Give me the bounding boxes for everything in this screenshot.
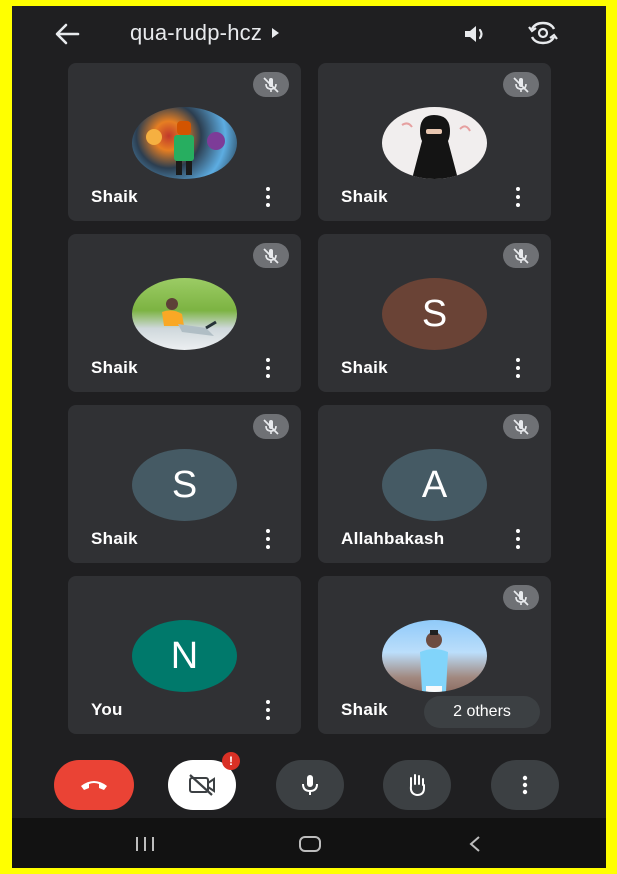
mic-off-icon xyxy=(513,76,529,93)
camera-toggle-button[interactable]: ! xyxy=(168,752,240,810)
mic-off-icon xyxy=(263,418,279,435)
home-icon xyxy=(299,836,321,852)
microphone-button[interactable] xyxy=(276,760,344,810)
recent-apps-button[interactable] xyxy=(130,832,160,856)
end-call-button[interactable] xyxy=(54,760,134,810)
others-chip[interactable]: 2 others xyxy=(424,696,540,728)
muted-indicator xyxy=(503,585,539,610)
avatar-photo xyxy=(382,107,487,179)
participant-tile[interactable]: S Shaik xyxy=(318,234,551,392)
more-options-button[interactable] xyxy=(491,760,559,810)
phone-hangup-icon xyxy=(81,781,107,790)
caret-right-icon xyxy=(272,28,280,38)
self-tile[interactable]: N You xyxy=(68,576,301,734)
muted-indicator xyxy=(503,414,539,439)
avatar-initial-letter: N xyxy=(170,634,199,677)
raise-hand-button[interactable] xyxy=(383,760,451,810)
participant-name: Shaik xyxy=(341,700,388,719)
hand-icon xyxy=(409,774,425,797)
more-vert-icon[interactable] xyxy=(513,358,523,378)
system-nav-bar xyxy=(12,818,606,868)
participant-name: Shaik xyxy=(91,187,138,206)
avatar-photo xyxy=(132,278,237,350)
more-vert-icon[interactable] xyxy=(263,700,273,720)
avatar-initial-letter: S xyxy=(171,463,198,506)
avatar-initial: S xyxy=(382,278,487,350)
mic-icon xyxy=(302,775,318,795)
muted-indicator xyxy=(503,243,539,268)
avatar-initial-letter: S xyxy=(421,292,448,335)
participant-tile[interactable]: A Allahbakash xyxy=(318,405,551,563)
home-button[interactable] xyxy=(295,832,325,856)
camera-off-icon xyxy=(189,774,215,796)
participant-name: Shaik xyxy=(91,358,138,377)
switch-camera-button[interactable] xyxy=(526,18,560,48)
participant-tile[interactable]: Shaik xyxy=(68,234,301,392)
meeting-title[interactable]: qua-rudp-hcz xyxy=(130,18,280,48)
call-controls: ! xyxy=(12,746,606,816)
avatar-initial: S xyxy=(132,449,237,521)
participant-name: Shaik xyxy=(91,529,138,548)
participant-tile[interactable]: Shaik xyxy=(68,63,301,221)
muted-indicator xyxy=(503,72,539,97)
more-vert-icon xyxy=(522,775,528,795)
mic-off-icon xyxy=(513,247,529,264)
recent-apps-icon xyxy=(136,837,154,851)
more-vert-icon[interactable] xyxy=(263,358,273,378)
muted-indicator xyxy=(253,243,289,268)
mic-off-icon xyxy=(263,76,279,93)
participant-tile[interactable]: Shaik xyxy=(318,63,551,221)
chevron-left-icon xyxy=(469,836,480,852)
top-bar: qua-rudp-hcz xyxy=(12,6,606,62)
system-back-button[interactable] xyxy=(460,832,490,856)
audio-output-button[interactable] xyxy=(460,20,492,48)
meet-call-screen: qua-rudp-hcz Shaik Shaik Shaik S Shaik S… xyxy=(12,6,606,868)
arrow-left-icon xyxy=(55,23,80,45)
switch-camera-icon xyxy=(528,21,558,45)
more-vert-icon[interactable] xyxy=(263,187,273,207)
avatar-photo xyxy=(132,107,237,179)
participant-tile[interactable]: S Shaik xyxy=(68,405,301,563)
more-vert-icon[interactable] xyxy=(263,529,273,549)
avatar-photo xyxy=(382,620,487,692)
participant-name: Shaik xyxy=(341,358,388,377)
participant-name: Allahbakash xyxy=(341,529,445,548)
mic-off-icon xyxy=(513,418,529,435)
more-vert-icon[interactable] xyxy=(513,187,523,207)
muted-indicator xyxy=(253,72,289,97)
avatar-initial: A xyxy=(382,449,487,521)
meeting-code: qua-rudp-hcz xyxy=(130,20,263,45)
back-button[interactable] xyxy=(52,20,82,48)
mic-off-icon xyxy=(263,247,279,264)
speaker-icon xyxy=(465,26,483,42)
more-vert-icon[interactable] xyxy=(513,529,523,549)
muted-indicator xyxy=(253,414,289,439)
mic-off-icon xyxy=(513,589,529,606)
avatar-initial-letter: A xyxy=(421,463,448,506)
participant-name: You xyxy=(91,700,123,719)
participant-name: Shaik xyxy=(341,187,388,206)
avatar-initial: N xyxy=(132,620,237,692)
camera-warning-badge: ! xyxy=(222,752,240,770)
